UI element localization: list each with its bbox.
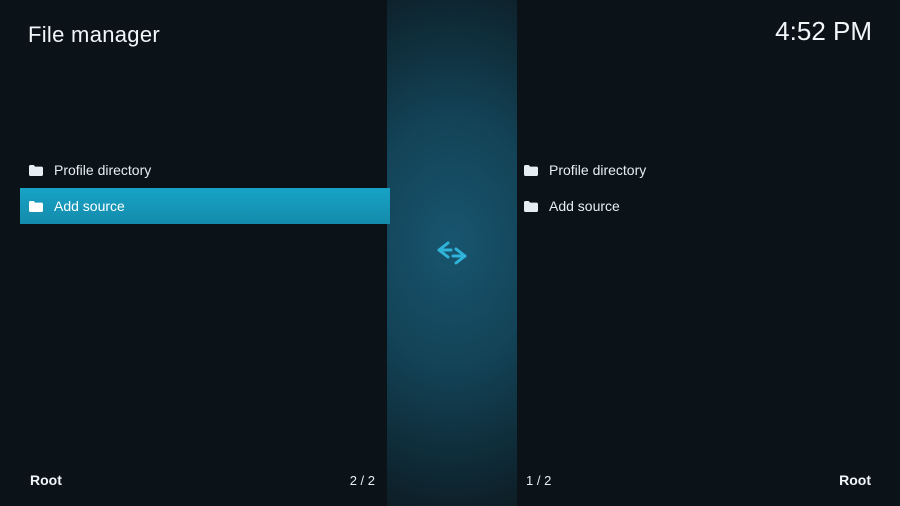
list-item[interactable]: Add source	[20, 188, 390, 224]
list-item-label: Profile directory	[54, 162, 382, 178]
page-title: File manager	[28, 22, 160, 48]
list-item-label: Profile directory	[549, 162, 877, 178]
left-pane: Profile directory Add source	[20, 152, 390, 450]
item-count: 1 / 2	[526, 473, 551, 488]
list-item[interactable]: Add source	[515, 188, 885, 224]
list-item-label: Add source	[549, 198, 877, 214]
left-footer: Root 2 / 2	[30, 472, 375, 488]
swap-arrows-icon	[435, 240, 469, 266]
item-count: 2 / 2	[350, 473, 375, 488]
clock: 4:52 PM	[775, 16, 872, 47]
list-item[interactable]: Profile directory	[20, 152, 390, 188]
list-item-label: Add source	[54, 198, 382, 214]
path-label: Root	[839, 472, 871, 488]
right-footer: 1 / 2 Root	[526, 472, 871, 488]
folder-icon	[28, 201, 44, 212]
list-item[interactable]: Profile directory	[515, 152, 885, 188]
folder-icon	[523, 201, 539, 212]
folder-icon	[523, 165, 539, 176]
app-root: File manager 4:52 PM Profile directory A…	[0, 0, 900, 506]
folder-icon	[28, 165, 44, 176]
right-pane: Profile directory Add source	[515, 152, 885, 450]
center-divider	[387, 0, 517, 506]
path-label: Root	[30, 472, 62, 488]
